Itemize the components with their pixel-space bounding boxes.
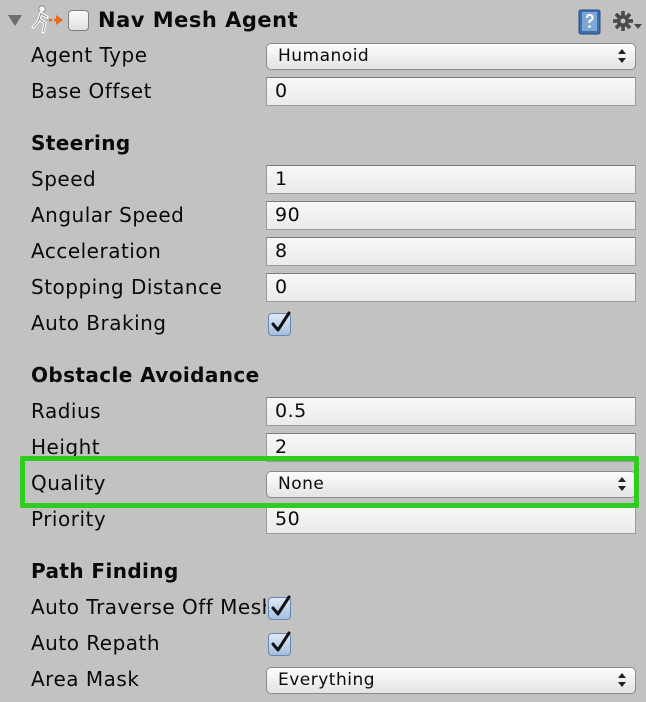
angular-speed-field[interactable]: 90	[266, 201, 636, 230]
stopping-distance-label: Stopping Distance	[31, 275, 223, 299]
quality-label: Quality	[31, 471, 106, 495]
auto-braking-label: Auto Braking	[31, 311, 167, 335]
quality-dropdown[interactable]: None	[266, 471, 636, 498]
acceleration-label: Acceleration	[31, 239, 162, 263]
agent-type-dropdown[interactable]: Humanoid	[266, 43, 636, 70]
angular-speed-row: Angular Speed 90	[0, 198, 646, 234]
area-mask-dropdown[interactable]: Everything	[266, 667, 636, 694]
acceleration-row: Acceleration 8	[0, 234, 646, 270]
nav-mesh-agent-inspector: Nav Mesh Agent Agent Type Humanoid Base …	[0, 0, 646, 702]
path-finding-section-title: Path Finding	[31, 559, 179, 583]
foldout-arrow-icon[interactable]	[8, 15, 22, 26]
auto-traverse-label: Auto Traverse Off Mesh Link	[31, 595, 266, 619]
agent-type-label: Agent Type	[31, 43, 148, 67]
radius-label: Radius	[31, 399, 102, 423]
stopping-distance-row: Stopping Distance 0	[0, 270, 646, 306]
checkmark-icon	[271, 595, 291, 616]
dropdown-arrows-icon	[618, 673, 626, 687]
help-book-icon[interactable]	[577, 9, 603, 35]
dropdown-arrows-icon	[618, 49, 626, 63]
height-row: Height 2	[0, 430, 646, 466]
obstacle-avoidance-header-row: Obstacle Avoidance	[0, 358, 646, 394]
priority-field[interactable]: 50	[266, 505, 636, 534]
speed-field[interactable]: 1	[266, 165, 636, 194]
auto-braking-checkbox[interactable]	[268, 311, 291, 336]
component-enabled-checkbox[interactable]	[68, 10, 89, 31]
obstacle-avoidance-section-title: Obstacle Avoidance	[31, 363, 260, 387]
priority-row: Priority 50	[0, 502, 646, 538]
auto-repath-checkbox[interactable]	[268, 631, 291, 656]
auto-traverse-checkbox[interactable]	[268, 595, 291, 620]
priority-label: Priority	[31, 507, 107, 531]
radius-row: Radius 0.5	[0, 394, 646, 430]
dropdown-arrows-icon	[618, 477, 626, 491]
checkmark-icon	[271, 631, 291, 652]
component-title: Nav Mesh Agent	[98, 8, 299, 32]
quality-value: None	[278, 474, 325, 494]
quality-row: Quality None	[0, 466, 646, 502]
component-header[interactable]: Nav Mesh Agent	[0, 0, 646, 42]
base-offset-label: Base Offset	[31, 79, 152, 103]
area-mask-label: Area Mask	[31, 667, 140, 691]
auto-repath-row: Auto Repath	[0, 626, 646, 662]
auto-braking-row: Auto Braking	[0, 306, 646, 342]
steering-header-row: Steering	[0, 126, 646, 162]
angular-speed-label: Angular Speed	[31, 203, 185, 227]
base-offset-row: Base Offset 0	[0, 74, 646, 110]
area-mask-value: Everything	[278, 670, 376, 690]
stopping-distance-field[interactable]: 0	[266, 273, 636, 302]
agent-type-value: Humanoid	[278, 46, 370, 66]
height-field[interactable]: 2	[266, 433, 636, 462]
gear-icon[interactable]	[612, 9, 644, 35]
auto-traverse-row: Auto Traverse Off Mesh Link	[0, 590, 646, 626]
area-mask-row: Area Mask Everything	[0, 662, 646, 698]
auto-repath-label: Auto Repath	[31, 631, 161, 655]
path-finding-header-row: Path Finding	[0, 554, 646, 590]
base-offset-field[interactable]: 0	[266, 77, 636, 106]
height-label: Height	[31, 435, 101, 459]
agent-type-row: Agent Type Humanoid	[0, 38, 646, 74]
speed-label: Speed	[31, 167, 97, 191]
acceleration-field[interactable]: 8	[266, 237, 636, 266]
radius-field[interactable]: 0.5	[266, 397, 636, 426]
nav-mesh-agent-icon	[31, 5, 63, 34]
steering-section-title: Steering	[31, 131, 131, 155]
checkmark-icon	[271, 311, 291, 332]
speed-row: Speed 1	[0, 162, 646, 198]
